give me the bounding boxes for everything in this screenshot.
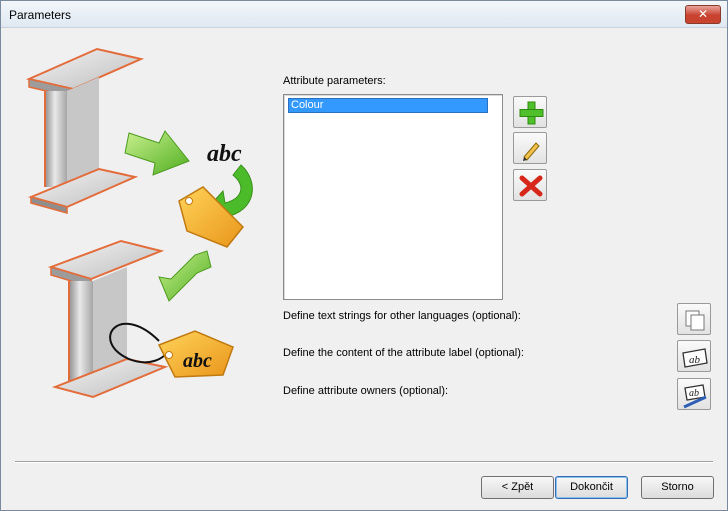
arrow-right-icon xyxy=(124,130,190,176)
wizard-illustration: abc abc xyxy=(25,47,253,399)
add-attribute-button[interactable] xyxy=(513,96,547,128)
add-icon xyxy=(519,101,544,125)
label-content-label: Define the content of the attribute labe… xyxy=(283,347,524,359)
svg-text:ab: ab xyxy=(689,388,699,399)
delete-icon xyxy=(519,175,543,197)
finish-button[interactable]: Dokončit xyxy=(555,476,628,499)
footer-separator xyxy=(15,461,713,463)
owners-label: Define attribute owners (optional): xyxy=(283,385,449,397)
svg-text:ab: ab xyxy=(689,354,701,366)
attribute-parameters-list[interactable]: Colour xyxy=(283,94,503,300)
edit-attribute-button[interactable] xyxy=(513,132,547,164)
close-button[interactable]: ✕ xyxy=(685,5,721,24)
languages-label: Define text strings for other languages … xyxy=(283,310,521,322)
cancel-button[interactable]: Storno xyxy=(641,476,714,499)
price-tag-icon xyxy=(178,186,245,248)
attribute-parameters-label: Attribute parameters: xyxy=(283,75,386,87)
label-pen-icon: ab xyxy=(683,384,707,409)
tag-abc-text: abc xyxy=(183,350,212,372)
arrow-down-left-icon xyxy=(158,250,212,302)
delete-attribute-button[interactable] xyxy=(513,169,547,201)
owners-button[interactable]: ab xyxy=(677,378,711,410)
steel-beam-bottom-icon xyxy=(47,239,169,399)
abc-text-label: abc xyxy=(207,141,242,167)
label-content-button[interactable]: ab xyxy=(677,340,711,372)
back-button[interactable]: < Zpět xyxy=(481,476,554,499)
parameters-dialog: Parameters ✕ abc abc Attribute parameter… xyxy=(0,0,728,511)
title-bar[interactable]: Parameters ✕ xyxy=(1,1,727,28)
languages-button[interactable] xyxy=(677,303,711,335)
list-item[interactable]: Colour xyxy=(288,98,488,113)
tag-with-text-icon: abc xyxy=(157,330,234,378)
edit-pencil-icon xyxy=(523,142,540,161)
window-title: Parameters xyxy=(9,8,72,22)
label-tag-icon: ab xyxy=(682,348,708,368)
steel-beam-top-icon xyxy=(25,47,145,214)
copy-pages-icon xyxy=(685,310,705,331)
